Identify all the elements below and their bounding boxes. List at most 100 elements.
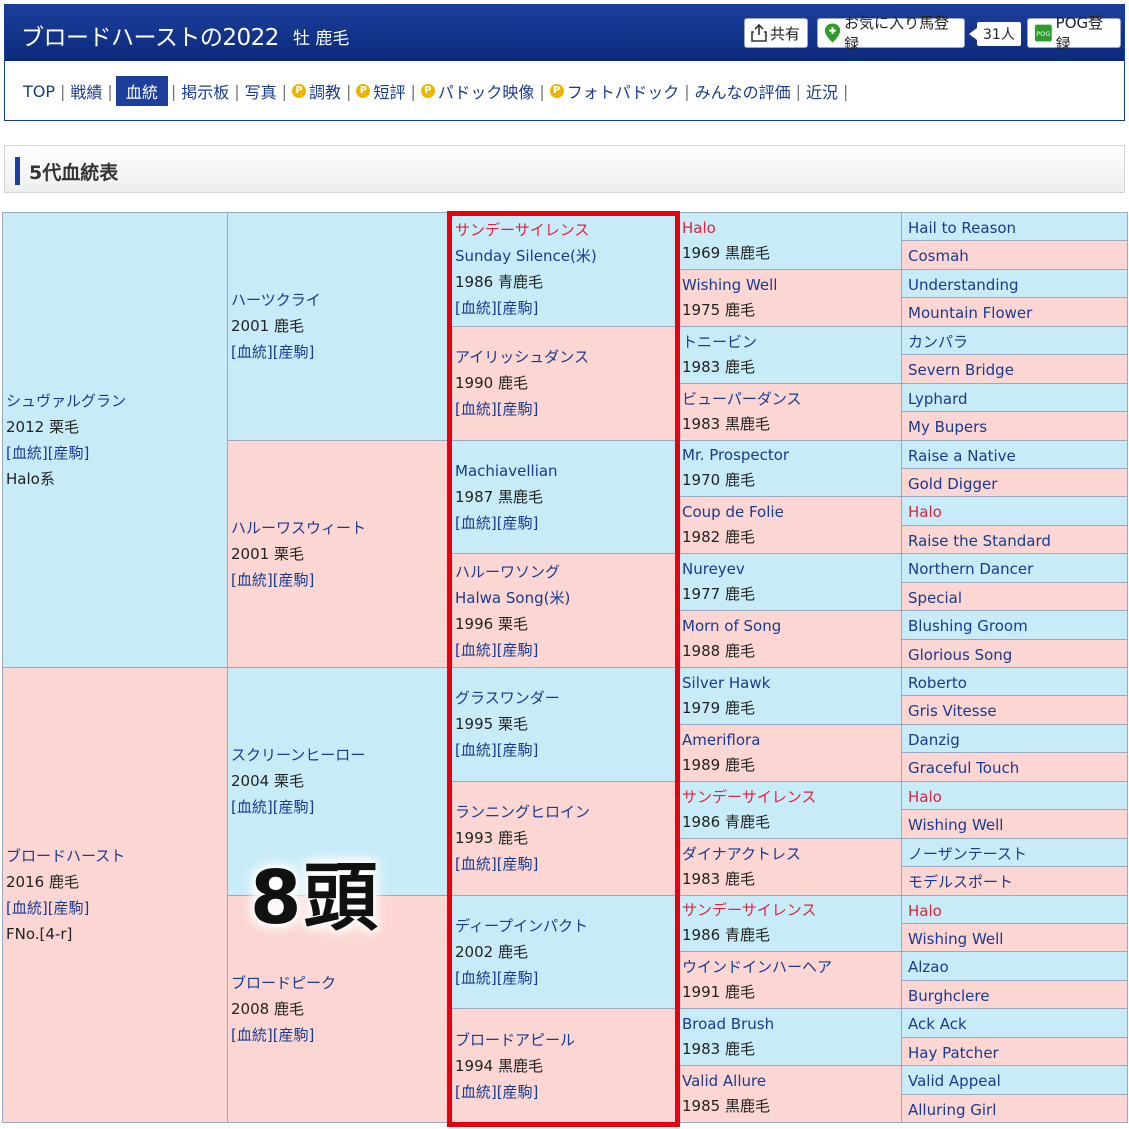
pedigree-offspring-links[interactable]: [血統][産駒]: [455, 637, 677, 663]
premium-p-icon: P: [292, 84, 307, 98]
horse-name-link[interactable]: トニービン: [682, 330, 901, 355]
horse-name-link[interactable]: Machiavellian: [455, 458, 677, 484]
horse-name-link[interactable]: ブロードピーク: [231, 970, 451, 996]
page-title: ブロードハーストの2022: [21, 25, 279, 51]
horse-name-link[interactable]: ブロードハースト: [6, 843, 227, 869]
horse-name-link[interactable]: ダイナアクトレス: [682, 842, 901, 867]
horse-year-color: 1977 鹿毛: [682, 585, 755, 604]
horse-name-link[interactable]: My Bupers: [908, 414, 1127, 439]
horse-name-link[interactable]: Coup de Folie: [682, 500, 901, 525]
pedigree-offspring-links[interactable]: [血統][産駒]: [231, 1022, 451, 1048]
horse-name-link[interactable]: Halo: [908, 898, 1127, 923]
horse-year-color: 1986 青鹿毛: [455, 273, 543, 292]
nav-item-4[interactable]: 写真: [241, 79, 281, 103]
horse-name-link[interactable]: Silver Hawk: [682, 671, 901, 696]
horse-name-link[interactable]: ハルーワソング: [455, 559, 677, 585]
nav-item-7[interactable]: P パドック映像: [417, 79, 538, 103]
horse-name-link[interactable]: サンデーサイレンス: [682, 898, 901, 923]
horse-name-link[interactable]: Cosmah: [908, 243, 1127, 268]
horse-name-link[interactable]: Graceful Touch: [908, 755, 1127, 780]
pedigree-offspring-links[interactable]: [血統][産駒]: [455, 396, 677, 422]
horse-name-link[interactable]: Halo: [908, 784, 1127, 809]
nav-item-0[interactable]: TOP: [19, 82, 59, 101]
pedigree-offspring-links[interactable]: [血統][産駒]: [231, 339, 451, 365]
pedigree-offspring-links[interactable]: [血統][産駒]: [455, 965, 677, 991]
nav-item-9[interactable]: みんなの評価: [691, 79, 795, 103]
horse-name-link[interactable]: Mountain Flower: [908, 300, 1127, 325]
horse-name-link[interactable]: Alluring Girl: [908, 1097, 1127, 1122]
nav-item-1[interactable]: 戦績: [66, 79, 106, 103]
horse-name-link[interactable]: Danzig: [908, 727, 1127, 752]
horse-name-link[interactable]: サンデーサイレンス: [455, 217, 677, 243]
horse-name-link[interactable]: Wishing Well: [682, 273, 901, 298]
horse-name-link[interactable]: ディープインパクト: [455, 913, 677, 939]
pedigree-offspring-links[interactable]: [血統][産駒]: [455, 510, 677, 536]
horse-name-link[interactable]: Nureyev: [682, 557, 901, 582]
pedigree-offspring-links[interactable]: [血統][産駒]: [455, 737, 677, 763]
horse-name-link[interactable]: Understanding: [908, 272, 1127, 297]
horse-name-link[interactable]: Wishing Well: [908, 812, 1127, 837]
horse-name-link[interactable]: ビューパーダンス: [682, 387, 901, 412]
horse-name-link[interactable]: Ack Ack: [908, 1011, 1127, 1036]
pedigree-offspring-links[interactable]: [血統][産駒]: [455, 851, 677, 877]
horse-name-link[interactable]: ハルーワスウィート: [231, 515, 451, 541]
pedigree-offspring-links[interactable]: [血統][産駒]: [231, 567, 451, 593]
horse-name-link[interactable]: Wishing Well: [908, 926, 1127, 951]
pedigree-cell-gen4: Wishing Well 1975 鹿毛: [677, 268, 902, 327]
nav-item-10[interactable]: 近況: [802, 79, 842, 103]
horse-name-link[interactable]: Raise a Native: [908, 443, 1127, 468]
horse-name-link[interactable]: ノーザンテースト: [908, 841, 1127, 866]
horse-name-link[interactable]: Roberto: [908, 670, 1127, 695]
horse-name-link[interactable]: モデルスポート: [908, 869, 1127, 894]
pedigree-cell-gen5: Alzao: [901, 951, 1128, 981]
horse-name-link[interactable]: シュヴァルグラン: [6, 388, 227, 414]
favorite-horse-button[interactable]: お気に入り馬登録: [817, 14, 965, 53]
horse-name-link[interactable]: Burghclere: [908, 983, 1127, 1008]
horse-name-link[interactable]: Halo: [682, 216, 901, 241]
pedigree-cell-gen5: Halo: [901, 780, 1128, 811]
horse-name-link[interactable]: Broad Brush: [682, 1012, 901, 1037]
horse-name-link[interactable]: Lyphard: [908, 386, 1127, 411]
pedigree-offspring-links[interactable]: [血統][産駒]: [6, 440, 227, 466]
horse-name-link[interactable]: Blushing Groom: [908, 613, 1127, 638]
nav-item-6[interactable]: P 短評: [352, 79, 409, 103]
horse-name-link[interactable]: Alzao: [908, 954, 1127, 979]
pedigree-cell-gen4: サンデーサイレンス 1986 青鹿毛: [677, 780, 902, 839]
horse-name-link[interactable]: Valid Allure: [682, 1069, 901, 1094]
horse-name-link[interactable]: スクリーンヒーロー: [231, 742, 451, 768]
horse-name-link[interactable]: Gris Vitesse: [908, 698, 1127, 723]
horse-name-link[interactable]: Hail to Reason: [908, 215, 1127, 240]
section-title: 5代血統表: [29, 162, 119, 184]
nav-item-5[interactable]: P 調教: [288, 79, 345, 103]
horse-name-link[interactable]: Severn Bridge: [908, 357, 1127, 382]
horse-year-color: 1994 黒鹿毛: [455, 1056, 543, 1075]
nav-item-3[interactable]: 掲示板: [177, 79, 233, 103]
horse-name-link[interactable]: Northern Dancer: [908, 556, 1127, 581]
pog-register-button[interactable]: POG POG登録: [1027, 14, 1121, 53]
horse-name-link[interactable]: カンパラ: [908, 329, 1127, 354]
horse-name-link[interactable]: Gold Digger: [908, 471, 1127, 496]
horse-name-link[interactable]: ハーツクライ: [231, 287, 451, 313]
horse-name-link[interactable]: アイリッシュダンス: [455, 344, 677, 370]
horse-name-link[interactable]: Hay Patcher: [908, 1040, 1127, 1065]
horse-name-link[interactable]: Valid Appeal: [908, 1068, 1127, 1093]
nav-item-2[interactable]: 血統: [115, 76, 168, 106]
horse-name-link[interactable]: ウインドインハーヘア: [682, 955, 901, 980]
share-button[interactable]: 共有: [744, 18, 808, 48]
horse-name-link[interactable]: Mr. Prospector: [682, 443, 901, 468]
pedigree-offspring-links[interactable]: [血統][産駒]: [6, 895, 227, 921]
horse-name-link[interactable]: Halo: [908, 499, 1127, 524]
horse-name-link[interactable]: Special: [908, 585, 1127, 610]
pedigree-offspring-links[interactable]: [血統][産駒]: [455, 295, 677, 321]
horse-name-link[interactable]: Glorious Song: [908, 642, 1127, 667]
pedigree-offspring-links[interactable]: [血統][産駒]: [455, 1079, 677, 1105]
horse-name-link[interactable]: グラスワンダー: [455, 685, 677, 711]
horse-name-link[interactable]: Raise the Standard: [908, 528, 1127, 553]
horse-name-link[interactable]: サンデーサイレンス: [682, 785, 901, 810]
horse-name-link[interactable]: ブロードアピール: [455, 1027, 677, 1053]
horse-name-link[interactable]: Morn of Song: [682, 614, 901, 639]
pedigree-offspring-links[interactable]: [血統][産駒]: [231, 794, 451, 820]
horse-name-link[interactable]: ランニングヒロイン: [455, 799, 677, 825]
horse-name-link[interactable]: Ameriflora: [682, 728, 901, 753]
nav-item-8[interactable]: P フォトパドック: [546, 79, 683, 103]
